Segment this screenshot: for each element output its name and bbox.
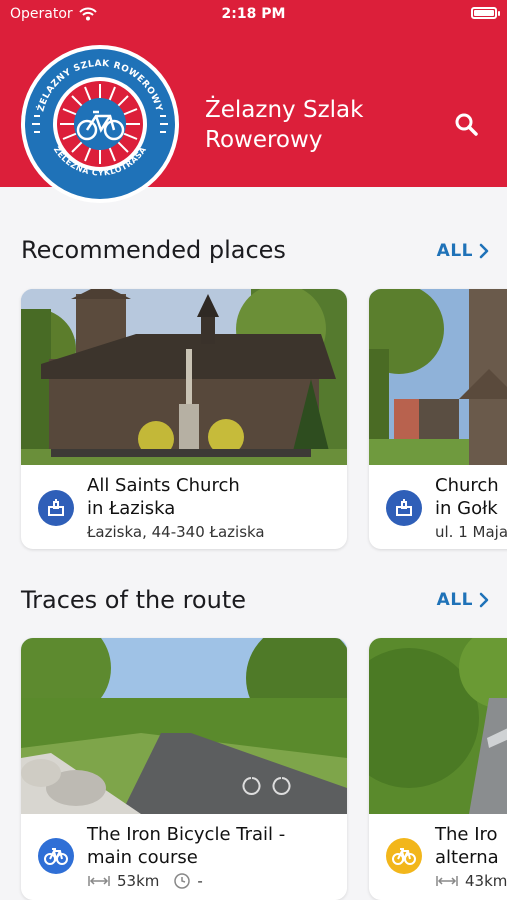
church-icon xyxy=(386,490,422,526)
status-bar: Operator 2:18 PM xyxy=(0,0,507,28)
route-photo xyxy=(21,638,347,814)
traces-all-link[interactable]: ALL xyxy=(437,590,489,610)
traces-section-title: Traces of the route xyxy=(21,586,246,614)
route-info: The Iron Bicycle Trail - main course 53k… xyxy=(21,814,347,900)
route-title: The Iron Bicycle Trail - main course xyxy=(87,824,286,868)
route-info: The Iro alterna 43km xyxy=(369,814,507,900)
place-address: Łaziska, 44-340 Łaziska xyxy=(87,523,265,541)
place-info: Church in Gołk ul. 1 Maja xyxy=(369,465,507,549)
place-title: Church in Gołk xyxy=(435,475,499,519)
place-photo xyxy=(21,289,347,465)
recommended-all-link[interactable]: ALL xyxy=(437,241,489,261)
app-title-line1: Żelazny Szlak xyxy=(205,97,364,123)
status-time: 2:18 PM xyxy=(221,6,286,22)
traces-all-label: ALL xyxy=(436,590,473,610)
route-meta: 53km - xyxy=(87,872,203,890)
clock-icon xyxy=(174,873,191,889)
distance-icon xyxy=(436,876,458,886)
route-distance: 43km xyxy=(465,872,507,890)
route-meta: 43km xyxy=(435,872,507,890)
app-title-line2: Rowerowy xyxy=(205,127,323,153)
search-icon xyxy=(455,113,478,136)
chevron-right-icon xyxy=(479,592,489,608)
place-address: ul. 1 Maja xyxy=(435,523,507,541)
route-duration: - xyxy=(197,872,203,890)
distance-icon xyxy=(88,876,110,886)
bicycle-icon xyxy=(386,838,422,874)
route-card[interactable]: The Iro alterna 43km xyxy=(369,638,507,900)
place-photo xyxy=(369,289,507,465)
recommended-all-label: ALL xyxy=(436,241,473,261)
app-title: Żelazny Szlak Rowerowy xyxy=(205,95,425,155)
place-card[interactable]: Church in Gołk ul. 1 Maja xyxy=(369,289,507,549)
place-info: All Saints Church in Łaziska Łaziska, 44… xyxy=(21,465,347,549)
search-button[interactable] xyxy=(452,110,482,140)
church-icon xyxy=(38,490,74,526)
app-header: Operator 2:18 PM ŻELAZNY SZLAK ROWEROWY … xyxy=(0,0,507,203)
chevron-right-icon xyxy=(479,243,489,259)
bicycle-icon xyxy=(38,838,74,874)
recommended-section-title: Recommended places xyxy=(21,236,286,264)
place-card[interactable]: All Saints Church in Łaziska Łaziska, 44… xyxy=(21,289,347,549)
route-distance: 53km xyxy=(117,872,160,890)
route-card[interactable]: The Iron Bicycle Trail - main course 53k… xyxy=(21,638,347,900)
route-photo xyxy=(369,638,507,814)
route-title: The Iro alterna xyxy=(435,824,499,868)
place-title: All Saints Church in Łaziska xyxy=(87,475,240,519)
app-logo: ŻELAZNY SZLAK ROWEROWY ŽELEZNÁ CYKLOTRAS… xyxy=(21,45,179,203)
battery-icon xyxy=(471,7,500,19)
